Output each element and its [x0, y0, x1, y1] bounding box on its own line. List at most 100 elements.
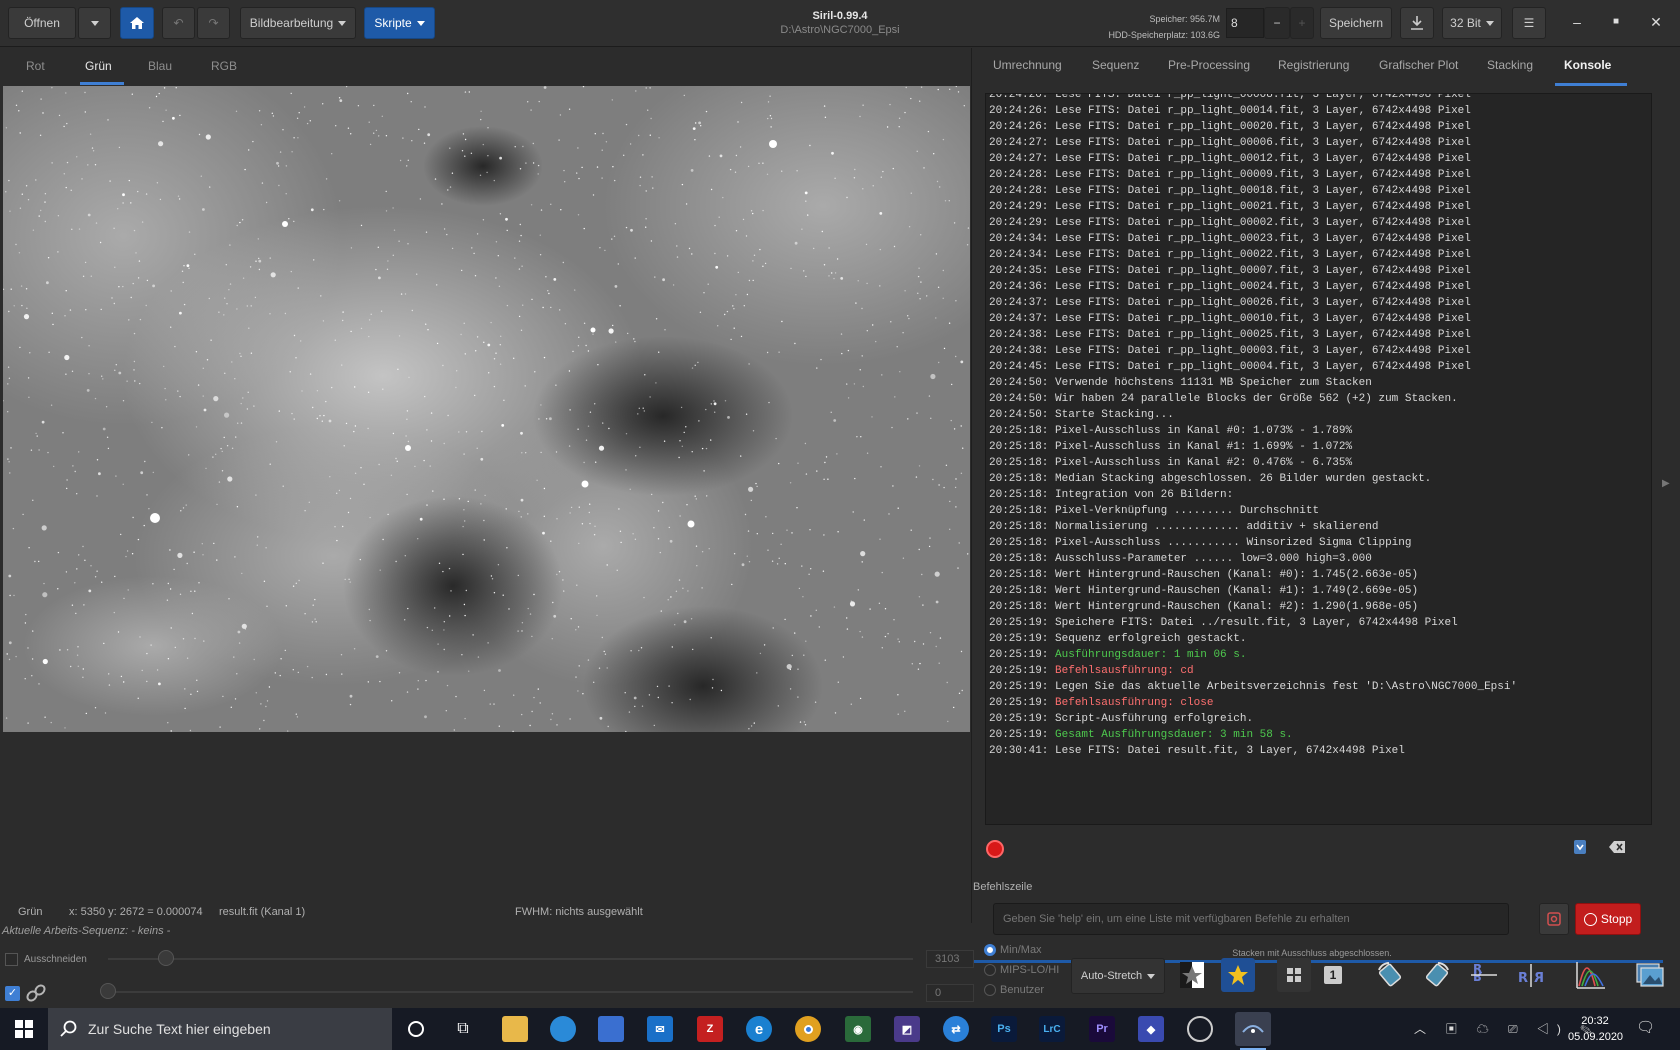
- rotate-left-button[interactable]: [1373, 958, 1407, 992]
- grid-view-button[interactable]: [1277, 958, 1311, 992]
- image-viewer[interactable]: [3, 86, 970, 732]
- histogram-button[interactable]: [1574, 958, 1608, 992]
- app-icon-gem[interactable]: ◆: [1138, 1016, 1164, 1042]
- stretch-mode-label: Auto-Stretch: [1080, 970, 1143, 982]
- save-as-button[interactable]: [1400, 7, 1434, 39]
- console-line: 20:25:19: Script-Ausführung erfolgreich.: [989, 713, 1254, 725]
- rotate-right-button[interactable]: [1420, 958, 1454, 992]
- taskbar-search[interactable]: Zur Suche Text hier eingeben: [48, 1008, 392, 1050]
- console-line: 20:25:19: Befehlsausführung: cd: [989, 665, 1194, 677]
- radio-mips-dot[interactable]: [984, 964, 996, 976]
- scroll-to-end-button[interactable]: [1565, 832, 1595, 862]
- stretch-mode-select[interactable]: Auto-Stretch: [1071, 958, 1165, 994]
- threads-decrement-button[interactable]: −: [1264, 7, 1290, 39]
- bit-depth-menu[interactable]: 32 Bit: [1442, 7, 1502, 39]
- internet-explorer-icon[interactable]: e: [746, 1016, 772, 1042]
- stop-button[interactable]: Stopp: [1575, 903, 1641, 935]
- radio-minmax[interactable]: Min/Max: [984, 944, 1042, 956]
- high-slider-track[interactable]: [108, 958, 913, 960]
- scripts-menu[interactable]: Skripte: [364, 7, 435, 39]
- save-button[interactable]: Speichern: [1320, 7, 1392, 39]
- close-button[interactable]: ✕: [1646, 12, 1666, 32]
- mail-icon[interactable]: ✉: [647, 1016, 673, 1042]
- app-icon-green[interactable]: ◉: [845, 1016, 871, 1042]
- chrome-icon[interactable]: [795, 1016, 821, 1042]
- mirror-x-button[interactable]: RR: [1467, 958, 1501, 992]
- minimize-button[interactable]: –: [1567, 12, 1587, 32]
- threads-input[interactable]: [1226, 8, 1264, 38]
- store-icon[interactable]: [598, 1016, 624, 1042]
- image-info-button[interactable]: [1633, 958, 1667, 992]
- search-placeholder: Zur Suche Text hier eingeben: [88, 1021, 271, 1037]
- command-input[interactable]: [993, 903, 1509, 935]
- console-line: 20:24:50: Starte Stacking...: [989, 409, 1174, 421]
- filezilla-icon[interactable]: Z: [697, 1016, 723, 1042]
- backspace-icon: [1609, 841, 1625, 853]
- mirror-y-button[interactable]: RR: [1514, 958, 1548, 992]
- taskbar-clock[interactable]: 20:32 05.09.2020: [1568, 1013, 1623, 1045]
- stop-button-label: Stopp: [1600, 912, 1633, 926]
- image-pane: Rot Grün Blau RGB Grün x: 5350 y: 2672 =…: [0, 48, 970, 923]
- teamviewer-icon[interactable]: ⇄: [943, 1016, 969, 1042]
- tab-rgb[interactable]: RGB: [211, 59, 237, 73]
- low-slider-knob[interactable]: [100, 983, 116, 999]
- low-value-field[interactable]: 0: [926, 984, 974, 1002]
- obs-icon[interactable]: [1187, 1016, 1213, 1042]
- crop-checkbox-row[interactable]: Ausschneiden: [5, 953, 87, 966]
- tab-conversion[interactable]: Umrechnung: [993, 58, 1062, 72]
- progress-message: Stacken mit Ausschluss abgeschlossen.: [1232, 948, 1392, 958]
- radio-user-dot[interactable]: [984, 984, 996, 996]
- notifications-icon[interactable]: 🗨: [1636, 1018, 1658, 1038]
- tab-sequence[interactable]: Sequenz: [1092, 58, 1139, 72]
- app-icon-purple[interactable]: ◩: [894, 1016, 920, 1042]
- negative-view-button[interactable]: [1175, 958, 1209, 992]
- recent-files-button[interactable]: [78, 7, 111, 39]
- home-button[interactable]: [120, 7, 154, 39]
- premiere-icon[interactable]: Pr: [1089, 1016, 1115, 1042]
- crop-checkbox[interactable]: [5, 953, 18, 966]
- tab-registration[interactable]: Registrierung: [1278, 58, 1349, 72]
- tab-plot[interactable]: Grafischer Plot: [1379, 58, 1458, 72]
- lightroom-icon[interactable]: LrC: [1039, 1016, 1065, 1042]
- chevron-down-icon: [416, 20, 425, 26]
- siril-taskbar-icon[interactable]: [1235, 1012, 1271, 1046]
- link-checkbox[interactable]: ✓: [5, 986, 20, 1001]
- main-menu-button[interactable]: ☰: [1512, 7, 1546, 39]
- redo-button[interactable]: ↷: [197, 7, 230, 39]
- threads-increment-button[interactable]: +: [1290, 7, 1314, 39]
- maximize-button[interactable]: ■: [1606, 12, 1626, 32]
- radio-user[interactable]: Benutzer: [984, 984, 1044, 996]
- chain-link-icon[interactable]: [24, 982, 48, 1004]
- file-explorer-icon[interactable]: [502, 1016, 528, 1042]
- image-processing-menu[interactable]: Bildbearbeitung: [240, 7, 356, 39]
- cortana-icon[interactable]: [403, 1016, 429, 1042]
- record-button[interactable]: [986, 840, 1004, 858]
- tab-console[interactable]: Konsole: [1564, 58, 1611, 72]
- tab-blue[interactable]: Blau: [148, 59, 172, 73]
- tab-green[interactable]: Grün: [85, 59, 112, 73]
- clear-console-button[interactable]: [1602, 832, 1632, 862]
- high-slider-knob[interactable]: [158, 950, 175, 966]
- header-bar: Öffnen ↶ ↷ Bildbearbeitung Skripte Siril…: [0, 0, 1680, 47]
- expand-panel-arrow-icon[interactable]: ▶: [1662, 478, 1670, 489]
- photoshop-icon[interactable]: Ps: [991, 1016, 1017, 1042]
- zoom-one-button[interactable]: 1: [1316, 958, 1350, 992]
- tab-stacking[interactable]: Stacking: [1487, 58, 1533, 72]
- edge-icon[interactable]: [550, 1016, 576, 1042]
- low-slider-track[interactable]: [108, 991, 913, 993]
- open-button[interactable]: Öffnen: [8, 7, 76, 39]
- radio-mips[interactable]: MIPS-LO/HI: [984, 964, 1059, 976]
- tab-preprocessing[interactable]: Pre-Processing: [1168, 58, 1250, 72]
- console-line: 20:24:50: Wir haben 24 parallele Blocks …: [989, 393, 1458, 405]
- command-help-button[interactable]: [1539, 903, 1569, 935]
- undo-button[interactable]: ↶: [162, 7, 195, 39]
- console-log[interactable]: 20:24:20: Lese FITS: Datei r_pp_light_00…: [985, 93, 1652, 825]
- high-value-field[interactable]: 3103: [926, 950, 974, 968]
- start-button[interactable]: [0, 1008, 48, 1050]
- radio-minmax-dot[interactable]: [984, 944, 996, 956]
- tab-red[interactable]: Rot: [26, 59, 45, 73]
- redo-icon: ↷: [208, 16, 219, 30]
- task-view-icon[interactable]: ⧉: [450, 1016, 476, 1042]
- false-color-button[interactable]: [1221, 958, 1255, 992]
- console-line: 20:24:20: Lese FITS: Datei r_pp_light_00…: [989, 93, 1471, 101]
